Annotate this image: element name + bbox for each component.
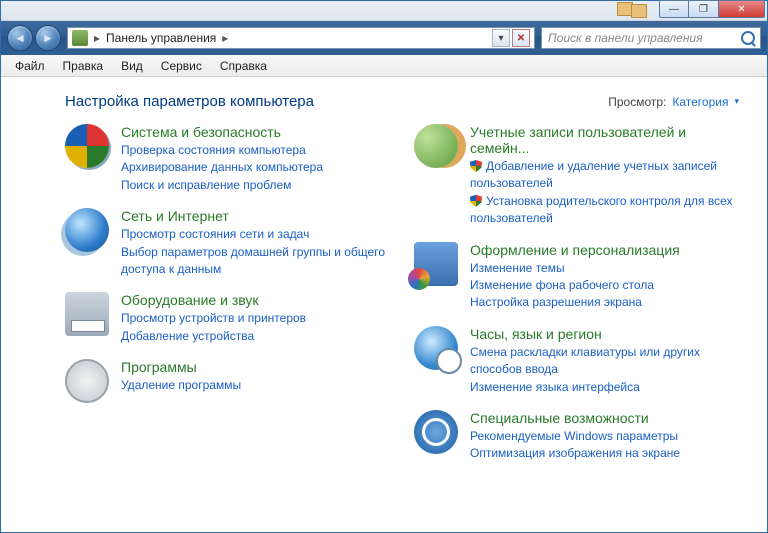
category-body: Оформление и персонализация Изменение тем… bbox=[470, 242, 680, 312]
programs-icon[interactable] bbox=[65, 359, 109, 403]
title-bar: — ❐ ✕ bbox=[1, 1, 767, 21]
appearance-personalization-icon[interactable] bbox=[414, 242, 458, 286]
search-placeholder: Поиск в панели управления bbox=[548, 31, 703, 45]
menu-view[interactable]: Вид bbox=[113, 57, 151, 75]
category-link[interactable]: Просмотр состояния сети и задач bbox=[121, 226, 390, 243]
user-accounts-family-icon[interactable] bbox=[414, 124, 458, 168]
breadcrumb-sep: ▸ bbox=[222, 31, 228, 45]
system-security-icon[interactable] bbox=[65, 124, 109, 168]
search-input[interactable]: Поиск в панели управления bbox=[541, 27, 761, 49]
close-button[interactable]: ✕ bbox=[719, 0, 765, 18]
category-user-accounts-family: Учетные записи пользователей и семейн...… bbox=[414, 124, 739, 228]
address-dropdown-button[interactable]: ▾ bbox=[492, 29, 510, 47]
page-title: Настройка параметров компьютера bbox=[65, 93, 314, 110]
category-link[interactable]: Добавление и удаление учетных записей по… bbox=[470, 158, 739, 193]
breadcrumb-sep: ▸ bbox=[94, 31, 100, 45]
category-title[interactable]: Оформление и персонализация bbox=[470, 242, 680, 258]
hardware-sound-icon[interactable] bbox=[65, 292, 109, 336]
category-body: Программы Удаление программы bbox=[121, 359, 241, 403]
category-column-right: Учетные записи пользователей и семейн...… bbox=[414, 124, 739, 477]
menu-bar: Файл Правка Вид Сервис Справка bbox=[1, 55, 767, 77]
category-programs: Программы Удаление программы bbox=[65, 359, 390, 403]
maximize-button[interactable]: ❐ bbox=[689, 0, 719, 18]
view-by-value[interactable]: Категория bbox=[672, 95, 728, 109]
forward-button[interactable]: ► bbox=[35, 25, 61, 51]
ease-of-access-icon[interactable] bbox=[414, 410, 458, 454]
category-title[interactable]: Часы, язык и регион bbox=[470, 326, 739, 342]
category-link[interactable]: Просмотр устройств и принтеров bbox=[121, 310, 306, 327]
view-by-label: Просмотр: bbox=[608, 95, 666, 109]
window-controls: — ❐ ✕ bbox=[659, 0, 765, 18]
category-body: Оборудование и звук Просмотр устройств и … bbox=[121, 292, 306, 345]
window-extra-icons bbox=[617, 2, 651, 16]
category-network-internet: Сеть и Интернет Просмотр состояния сети и… bbox=[65, 208, 390, 278]
menu-edit[interactable]: Правка bbox=[55, 57, 112, 75]
navigation-bar: ◄ ► ▸ Панель управления ▸ ▾ ✕ Поиск в па… bbox=[1, 21, 767, 55]
address-stop-button[interactable]: ✕ bbox=[512, 29, 530, 47]
view-by: Просмотр: Категория ▾ bbox=[608, 95, 739, 109]
category-link[interactable]: Изменение темы bbox=[470, 260, 680, 277]
menu-file[interactable]: Файл bbox=[7, 57, 53, 75]
category-title[interactable]: Учетные записи пользователей и семейн... bbox=[470, 124, 739, 156]
category-link[interactable]: Изменение фона рабочего стола bbox=[470, 277, 680, 294]
breadcrumb-control-panel[interactable]: Панель управления bbox=[106, 31, 216, 45]
minimize-button[interactable]: — bbox=[659, 0, 689, 18]
category-link[interactable]: Добавление устройства bbox=[121, 328, 306, 345]
category-body: Специальные возможности Рекомендуемые Win… bbox=[470, 410, 680, 463]
category-link[interactable]: Настройка разрешения экрана bbox=[470, 294, 680, 311]
category-clock-language-region: Часы, язык и регион Смена раскладки клави… bbox=[414, 326, 739, 396]
category-body: Учетные записи пользователей и семейн...… bbox=[470, 124, 739, 228]
category-hardware-sound: Оборудование и звук Просмотр устройств и … bbox=[65, 292, 390, 345]
category-link[interactable]: Удаление программы bbox=[121, 377, 241, 394]
menu-help[interactable]: Справка bbox=[212, 57, 275, 75]
category-ease-of-access: Специальные возможности Рекомендуемые Win… bbox=[414, 410, 739, 463]
category-link[interactable]: Архивирование данных компьютера bbox=[121, 159, 323, 176]
category-title[interactable]: Сеть и Интернет bbox=[121, 208, 390, 224]
category-body: Часы, язык и регион Смена раскладки клави… bbox=[470, 326, 739, 396]
control-panel-icon bbox=[72, 30, 88, 46]
category-title[interactable]: Программы bbox=[121, 359, 241, 375]
content-area: Настройка параметров компьютера Просмотр… bbox=[1, 77, 767, 532]
category-link[interactable]: Проверка состояния компьютера bbox=[121, 142, 323, 159]
menu-tools[interactable]: Сервис bbox=[153, 57, 210, 75]
back-button[interactable]: ◄ bbox=[7, 25, 33, 51]
category-link[interactable]: Поиск и исправление проблем bbox=[121, 177, 323, 194]
category-body: Сеть и Интернет Просмотр состояния сети и… bbox=[121, 208, 390, 278]
chevron-down-icon[interactable]: ▾ bbox=[734, 96, 739, 107]
category-body: Система и безопасность Проверка состояния… bbox=[121, 124, 323, 194]
clock-language-region-icon[interactable] bbox=[414, 326, 458, 370]
category-column-left: Система и безопасность Проверка состояния… bbox=[65, 124, 390, 477]
cascade-icon[interactable] bbox=[631, 4, 647, 18]
category-link[interactable]: Выбор параметров домашней группы и общег… bbox=[121, 244, 390, 279]
category-title[interactable]: Специальные возможности bbox=[470, 410, 680, 426]
category-link[interactable]: Рекомендуемые Windows параметры bbox=[470, 428, 680, 445]
category-link[interactable]: Изменение языка интерфейса bbox=[470, 379, 739, 396]
category-link[interactable]: Установка родительского контроля для все… bbox=[470, 193, 739, 228]
category-appearance-personalization: Оформление и персонализация Изменение тем… bbox=[414, 242, 739, 312]
search-icon[interactable] bbox=[741, 31, 755, 45]
category-system-security: Система и безопасность Проверка состояния… bbox=[65, 124, 390, 194]
address-bar[interactable]: ▸ Панель управления ▸ ▾ ✕ bbox=[67, 27, 535, 49]
category-title[interactable]: Система и безопасность bbox=[121, 124, 323, 140]
category-link[interactable]: Смена раскладки клавиатуры или других сп… bbox=[470, 344, 739, 379]
category-link[interactable]: Оптимизация изображения на экране bbox=[470, 445, 680, 462]
network-internet-icon[interactable] bbox=[65, 208, 109, 252]
category-title[interactable]: Оборудование и звук bbox=[121, 292, 306, 308]
